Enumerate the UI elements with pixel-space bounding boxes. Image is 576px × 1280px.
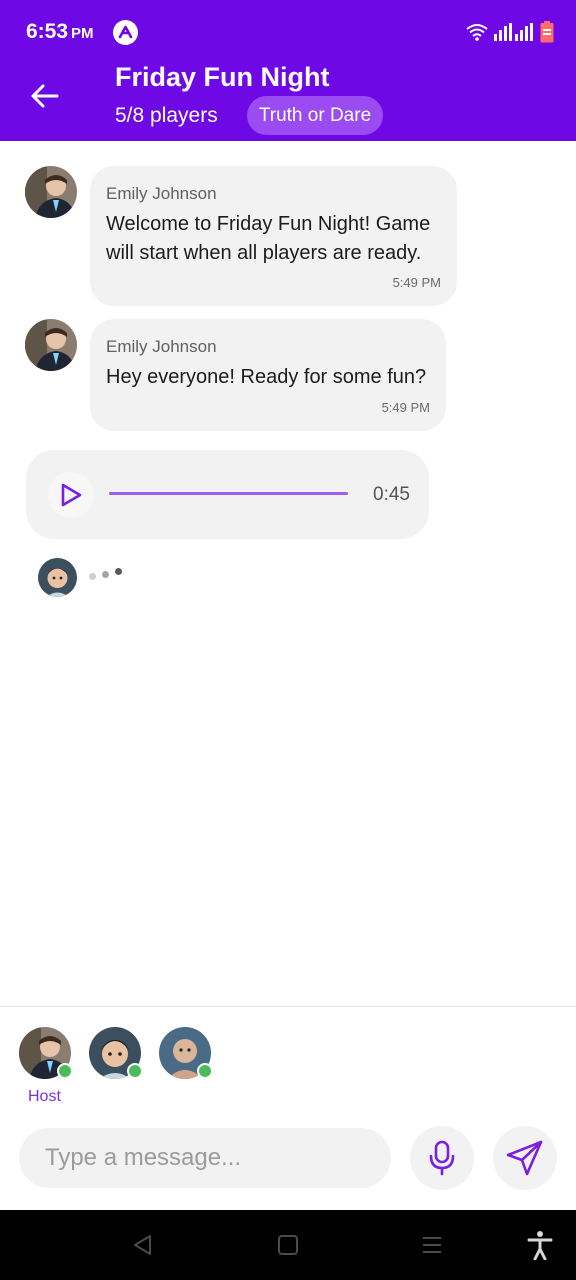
host-label: Host [28, 1088, 61, 1105]
accessibility-icon [527, 1231, 553, 1260]
message-bubble: Emily Johnson Welcome to Friday Fun Nigh… [90, 166, 457, 306]
arrow-left-icon [31, 84, 59, 108]
play-icon [61, 483, 82, 507]
message-text: Hey everyone! Ready for some fun? [106, 366, 427, 388]
online-status-dot [57, 1063, 73, 1079]
menu-lines-icon [423, 1237, 441, 1253]
player-avatar[interactable] [89, 1027, 143, 1079]
typing-indicator [89, 568, 129, 580]
triangle-back-icon [134, 1235, 151, 1255]
system-nav-bar [0, 1210, 576, 1280]
avatar-typing-player[interactable] [38, 558, 77, 597]
nav-recents-button[interactable] [417, 1230, 447, 1260]
room-title: Friday Fun Night [115, 62, 330, 92]
back-button[interactable] [24, 78, 66, 114]
player-host[interactable] [19, 1027, 73, 1079]
chat-screen: 6:53 PM Friday Fun Night 5/8 players Tru… [0, 0, 576, 1280]
message-time: 5:49 PM [392, 275, 441, 290]
message-input[interactable] [19, 1128, 391, 1188]
voice-duration: 0:45 [373, 484, 410, 505]
avatar-emily-johnson[interactable] [25, 166, 77, 218]
nav-back-button[interactable] [127, 1230, 157, 1260]
status-ampm: PM [71, 25, 94, 42]
status-clock: 6:53 [26, 20, 69, 43]
online-status-dot [197, 1063, 213, 1079]
voice-progress-track[interactable] [109, 492, 348, 495]
game-type-badge: Truth or Dare [247, 96, 383, 135]
player-avatar[interactable] [159, 1027, 213, 1079]
voice-message: 0:45 [26, 450, 429, 539]
wifi-icon [466, 24, 488, 41]
nav-accessibility-button[interactable] [525, 1230, 555, 1260]
avatar-emily-johnson[interactable] [25, 319, 77, 371]
square-home-icon [278, 1235, 298, 1255]
play-button[interactable] [48, 472, 94, 518]
microphone-icon [429, 1140, 455, 1176]
app-notification-icon [113, 20, 138, 45]
status-time: 6:53 PM [26, 20, 94, 44]
message-sender: Emily Johnson [106, 337, 217, 356]
message-time: 5:49 PM [381, 400, 430, 415]
message-bubble: Emily Johnson Hey everyone! Ready for so… [90, 319, 446, 431]
online-status-dot [127, 1063, 143, 1079]
player-count: 5/8 players [115, 104, 218, 127]
send-button[interactable] [493, 1126, 557, 1190]
voice-record-button[interactable] [410, 1126, 474, 1190]
players-divider [0, 1006, 576, 1007]
message-text: Welcome to Friday Fun Night! Game will s… [106, 213, 431, 264]
status-indicators [466, 20, 554, 44]
app-header: 6:53 PM Friday Fun Night 5/8 players Tru… [0, 0, 576, 141]
nav-home-button[interactable] [273, 1230, 303, 1260]
signal-icon [494, 23, 533, 41]
battery-icon [540, 21, 554, 43]
message-sender: Emily Johnson [106, 184, 217, 203]
send-icon [506, 1140, 543, 1176]
